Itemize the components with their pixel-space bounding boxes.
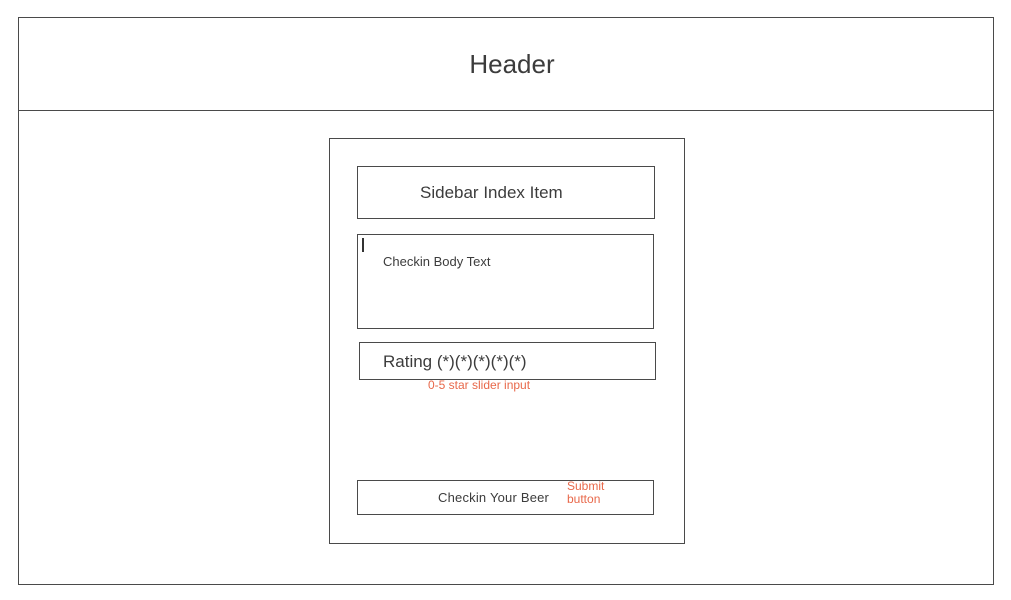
header-title: Header bbox=[469, 49, 555, 79]
text-caret bbox=[362, 238, 364, 252]
submit-button-label: Checkin Your Beer bbox=[438, 490, 550, 505]
rating-label: Rating (*)(*)(*)(*)(*) bbox=[383, 352, 527, 371]
sidebar-index-item-label: Sidebar Index Item bbox=[420, 183, 563, 202]
rating-annotation: 0-5 star slider input bbox=[428, 378, 531, 392]
submit-annotation: Submit button bbox=[567, 480, 627, 506]
checkin-body-placeholder: Checkin Body Text bbox=[383, 254, 491, 269]
rating-slider[interactable]: Rating (*)(*)(*)(*)(*) bbox=[359, 342, 656, 380]
submit-annotation-line2: button bbox=[567, 492, 601, 506]
header: Header bbox=[19, 18, 993, 111]
checkin-body-textarea[interactable]: Checkin Body Text bbox=[357, 234, 654, 329]
sidebar-index-item[interactable]: Sidebar Index Item bbox=[357, 166, 655, 219]
